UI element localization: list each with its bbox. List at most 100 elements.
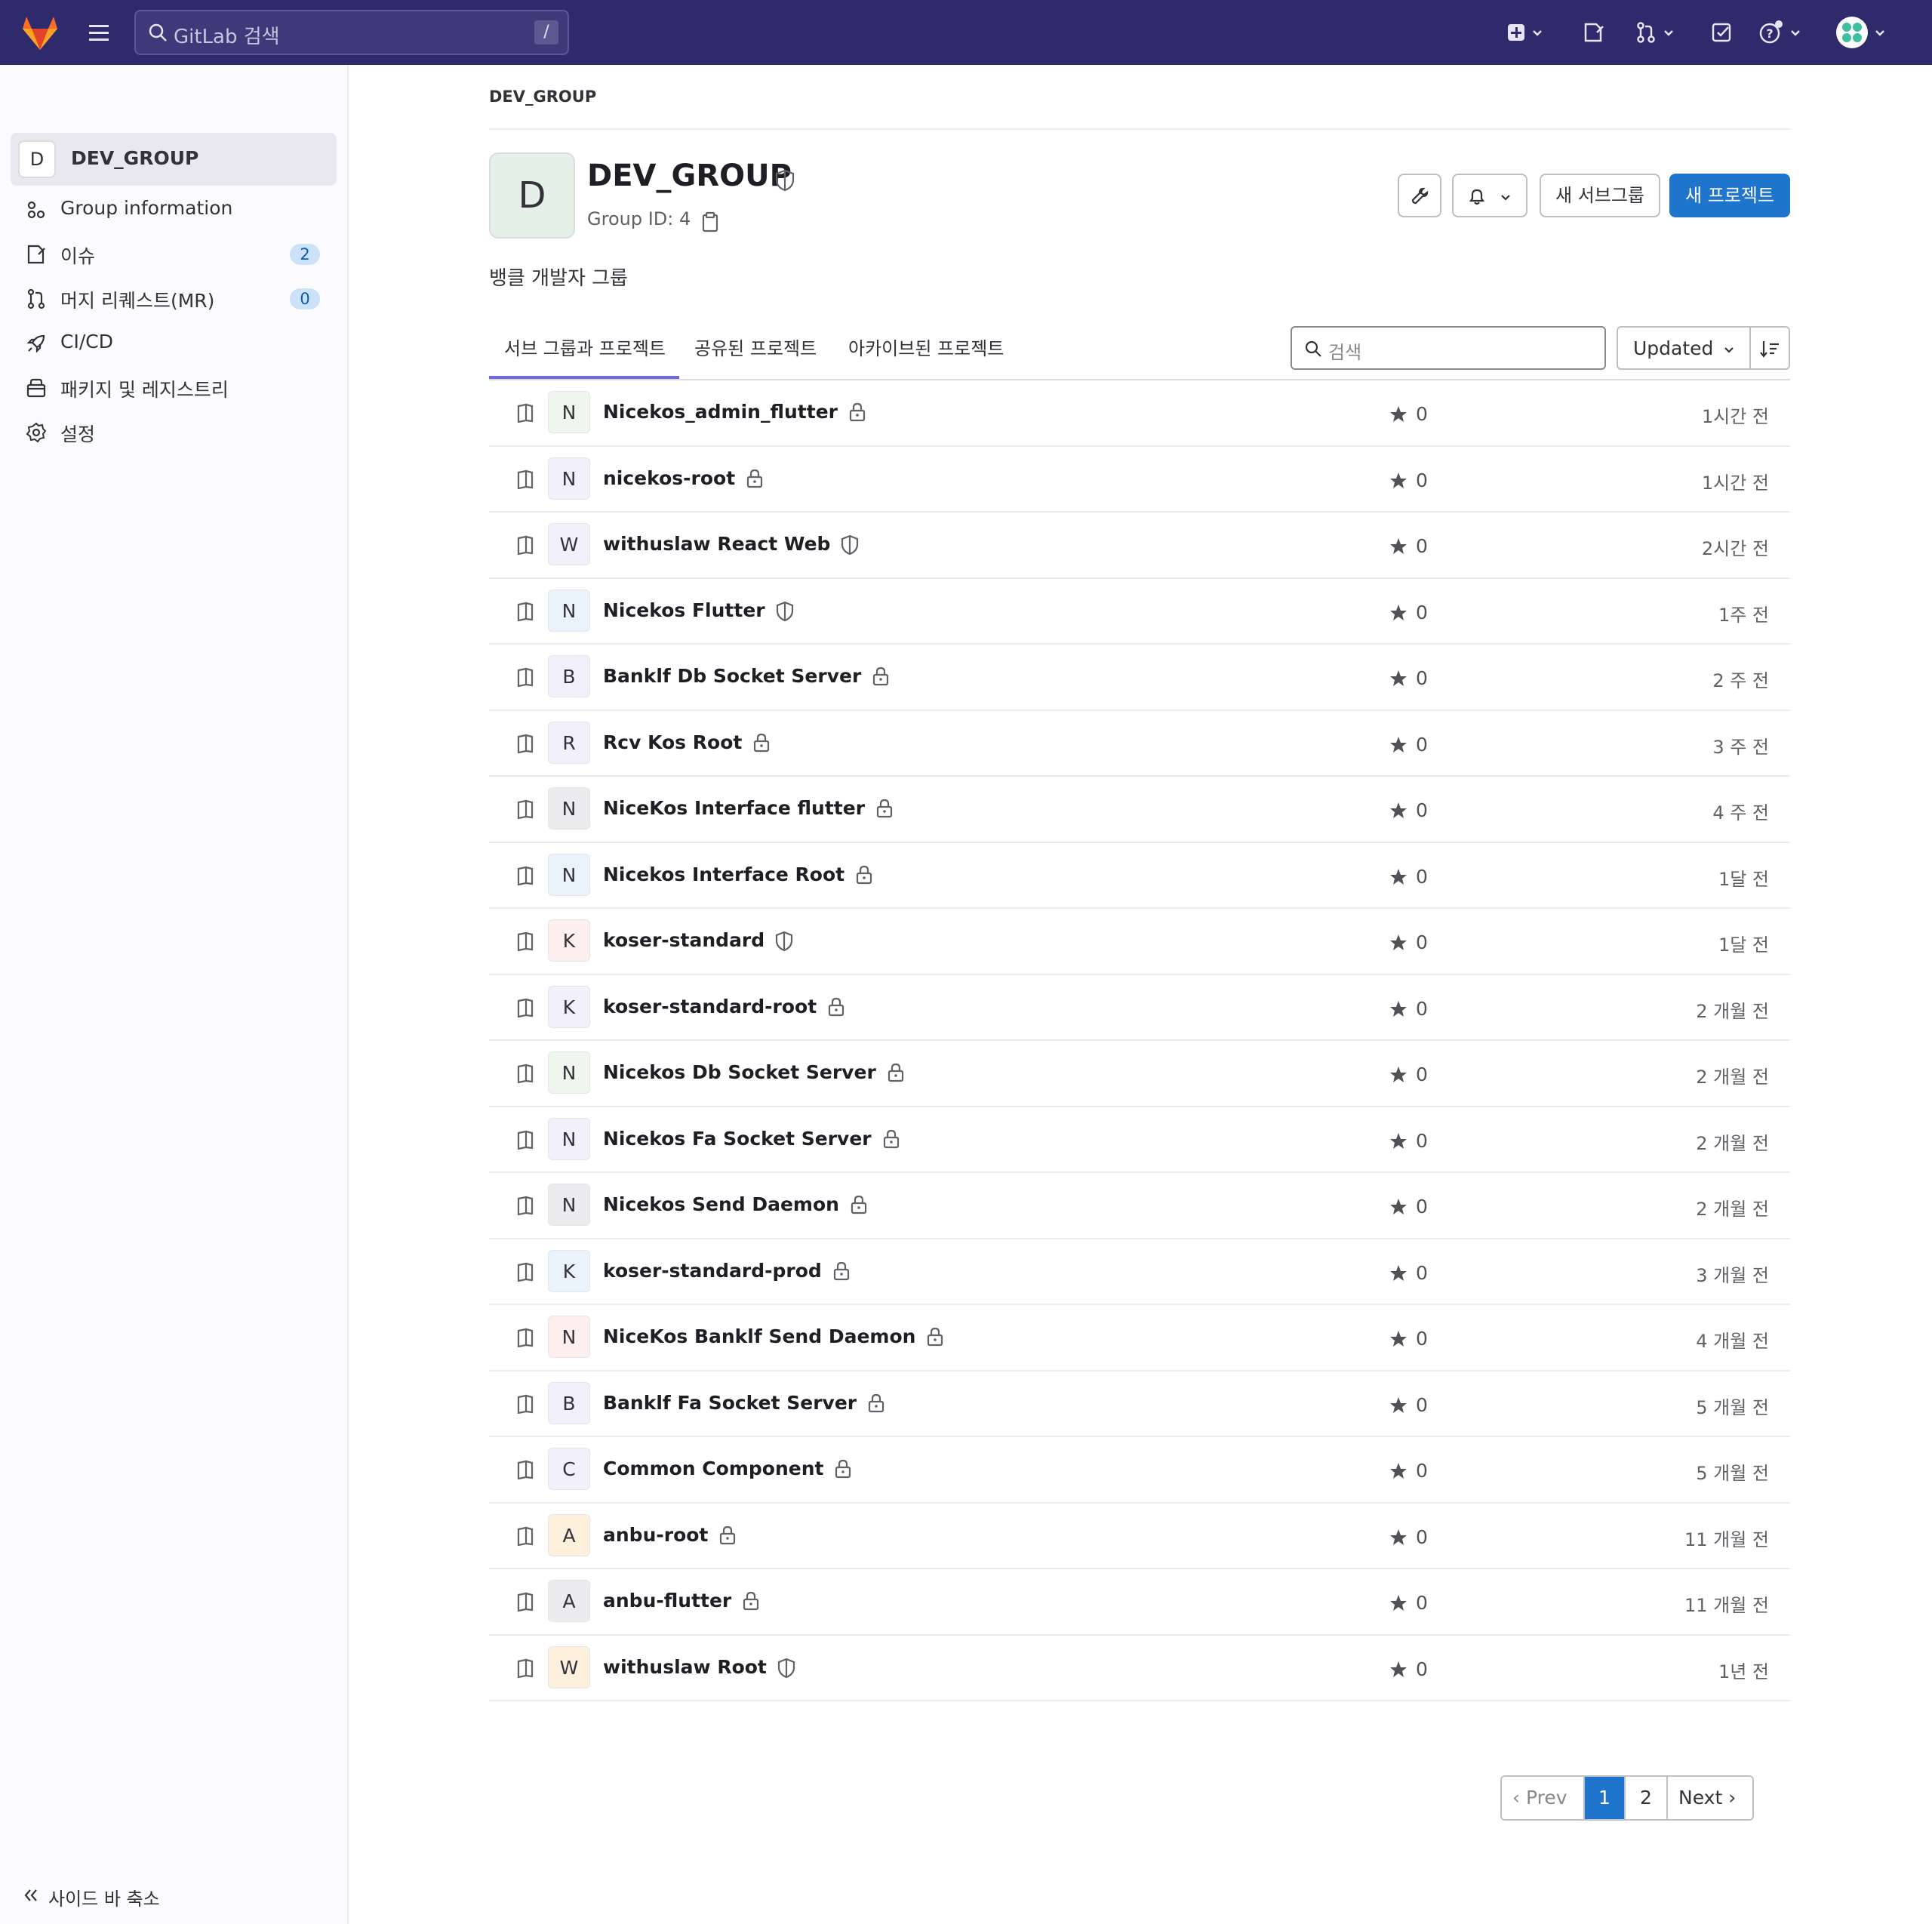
group-info-icon — [27, 201, 45, 219]
tab-shared-projects[interactable]: 공유된 프로젝트 — [694, 334, 817, 371]
project-name-link[interactable]: Nicekos Fa Socket Server — [603, 1128, 872, 1150]
project-row[interactable]: Kkoser-standard-prod 0 3 개월 전 — [489, 1239, 1790, 1305]
project-avatar[interactable]: A — [548, 1513, 590, 1556]
help-button[interactable]: ? — [1758, 18, 1802, 47]
project-avatar[interactable]: N — [548, 787, 590, 830]
shield-icon — [775, 169, 795, 192]
project-name-link[interactable]: anbu-flutter — [603, 1590, 731, 1612]
project-row[interactable]: B Banklf Db Socket Server 0 2 주 전 — [489, 645, 1790, 711]
project-row[interactable]: Aanbu-flutter 0 11 개월 전 — [489, 1569, 1790, 1636]
project-row[interactable]: N Nicekos Send Daemon 0 2 개월 전 — [489, 1173, 1790, 1239]
project-name-link[interactable]: koser-standard-prod — [603, 1260, 822, 1282]
project-avatar[interactable]: W — [548, 1645, 590, 1689]
project-name-link[interactable]: Common Component — [603, 1458, 823, 1479]
project-avatar[interactable]: W — [548, 523, 590, 565]
sidebar-group-header[interactable]: D DEV_GROUP — [11, 133, 337, 186]
project-name-link[interactable]: anbu-root — [603, 1524, 708, 1546]
project-name-link[interactable]: koser-standard — [603, 929, 764, 951]
pagination-page-1[interactable]: 1 — [1585, 1777, 1626, 1819]
project-row[interactable]: Wwithuslaw React Web 0 2시간 전 — [489, 513, 1790, 579]
updated-time: 2 개월 전 — [1696, 1067, 1769, 1088]
project-avatar[interactable]: C — [548, 1448, 590, 1490]
sidebar-item-packages-registries[interactable]: 패키지 및 레지스트리 — [26, 368, 325, 405]
new-project-button[interactable]: 새 프로젝트 — [1669, 174, 1790, 217]
copy-clipboard-icon[interactable] — [700, 211, 720, 232]
project-row[interactable]: N NiceKos Interface flutter 0 4 주 전 — [489, 777, 1790, 843]
project-name-link[interactable]: Banklf Fa Socket Server — [603, 1392, 857, 1414]
sidebar-item-cicd[interactable]: CI/CD — [26, 324, 325, 360]
sidebar-item-issues[interactable]: 이슈 2 — [26, 235, 325, 271]
project-row[interactable]: R Rcv Kos Root 0 3 주 전 — [489, 711, 1790, 777]
star-icon — [1389, 801, 1408, 820]
project-name-link[interactable]: Rcv Kos Root — [603, 731, 742, 753]
project-avatar[interactable]: B — [548, 655, 590, 697]
create-new-button[interactable] — [1506, 18, 1544, 47]
project-avatar[interactable]: N — [548, 457, 590, 500]
project-name-link[interactable]: Nicekos Flutter — [603, 599, 765, 621]
tab-archived-projects[interactable]: 아카이브된 프로젝트 — [848, 334, 1004, 371]
project-name-link[interactable]: NiceKos Banklf Send Daemon — [603, 1325, 915, 1347]
gitlab-logo-icon[interactable] — [20, 12, 60, 53]
project-row[interactable]: Kkoser-standard-root 0 2 개월 전 — [489, 975, 1790, 1041]
project-avatar[interactable]: K — [548, 1249, 590, 1292]
project-row[interactable]: N Nicekos_admin_flutter 0 1시간 전 — [489, 380, 1790, 447]
sort-dropdown[interactable]: Updated — [1633, 337, 1713, 359]
project-row[interactable]: B Banklf Fa Socket Server 0 5 개월 전 — [489, 1371, 1790, 1437]
project-avatar[interactable]: N — [548, 853, 590, 896]
project-avatar[interactable]: N — [548, 1117, 590, 1160]
hamburger-menu-icon[interactable] — [85, 18, 113, 47]
project-row[interactable]: N Nicekos Flutter 0 1주 전 — [489, 579, 1790, 645]
project-name-link[interactable]: Nicekos Db Socket Server — [603, 1061, 876, 1083]
filter-search-input[interactable]: 검색 — [1291, 326, 1606, 370]
project-avatar[interactable]: R — [548, 721, 590, 764]
pagination-next-button[interactable]: Next › — [1668, 1777, 1752, 1819]
global-search-input[interactable]: GitLab 검색 / — [134, 10, 569, 55]
project-row[interactable]: C Common Component 0 5 개월 전 — [489, 1437, 1790, 1504]
project-name-link[interactable]: koser-standard-root — [603, 996, 817, 1017]
pagination-page-2[interactable]: 2 — [1626, 1777, 1668, 1819]
project-avatar[interactable]: N — [548, 589, 590, 632]
sidebar-item-merge-requests[interactable]: 머지 리퀘스트(MR) 0 — [26, 279, 325, 316]
sidebar-item-group-information[interactable]: Group information — [26, 190, 325, 226]
project-name-link[interactable]: nicekos-root — [603, 467, 735, 489]
project-row[interactable]: N Nicekos Fa Socket Server 0 2 개월 전 — [489, 1107, 1790, 1173]
project-row[interactable]: N Nicekos Db Socket Server 0 2 개월 전 — [489, 1041, 1790, 1107]
project-avatar[interactable]: N — [548, 1051, 590, 1094]
project-avatar[interactable]: N — [548, 1316, 590, 1358]
project-avatar[interactable]: K — [548, 985, 590, 1028]
project-row[interactable]: Aanbu-root 0 11 개월 전 — [489, 1504, 1790, 1569]
project-name-link[interactable]: withuslaw React Web — [603, 533, 830, 555]
notification-settings-dropdown[interactable] — [1452, 174, 1527, 217]
star-count: 0 — [1416, 403, 1428, 425]
todo-check-icon — [1712, 23, 1731, 42]
breadcrumb[interactable]: DEV_GROUP — [489, 88, 596, 106]
project-row[interactable]: Nnicekos-root 0 1시간 전 — [489, 447, 1790, 513]
project-row[interactable]: Kkoser-standard 0 1달 전 — [489, 909, 1790, 975]
merge-requests-nav-button[interactable] — [1635, 18, 1675, 47]
tab-subgroups-and-projects[interactable]: 서브 그룹과 프로젝트 — [504, 334, 666, 371]
project-avatar[interactable]: A — [548, 1580, 590, 1622]
user-menu-button[interactable] — [1835, 17, 1887, 48]
pagination-prev-button[interactable]: ‹ Prev — [1502, 1777, 1585, 1819]
project-row[interactable]: Wwithuslaw Root 0 1년 전 — [489, 1636, 1790, 1701]
project-name-link[interactable]: Banklf Db Socket Server — [603, 665, 861, 687]
project-name-link[interactable]: Nicekos Interface Root — [603, 863, 844, 885]
project-name-link[interactable]: Nicekos Send Daemon — [603, 1193, 839, 1215]
project-row[interactable]: N Nicekos Interface Root 0 1달 전 — [489, 843, 1790, 909]
project-repo-icon — [516, 1460, 534, 1479]
sort-direction-icon[interactable] — [1758, 338, 1781, 359]
todos-nav-button[interactable] — [1710, 18, 1733, 47]
project-name-link[interactable]: Nicekos_admin_flutter — [603, 401, 838, 423]
new-subgroup-button[interactable]: 새 서브그룹 — [1540, 174, 1660, 217]
project-name-link[interactable]: NiceKos Interface flutter — [603, 797, 865, 819]
project-avatar[interactable]: N — [548, 1184, 590, 1226]
issues-nav-button[interactable] — [1582, 18, 1604, 47]
project-avatar[interactable]: K — [548, 919, 590, 962]
sidebar-item-settings[interactable]: 설정 — [26, 413, 325, 449]
project-avatar[interactable]: B — [548, 1381, 590, 1424]
project-avatar[interactable]: N — [548, 391, 590, 433]
project-row[interactable]: N NiceKos Banklf Send Daemon 0 4 개월 전 — [489, 1305, 1790, 1371]
lock-icon — [746, 469, 764, 488]
group-settings-button[interactable] — [1398, 174, 1441, 217]
project-name-link[interactable]: withuslaw Root — [603, 1656, 767, 1678]
